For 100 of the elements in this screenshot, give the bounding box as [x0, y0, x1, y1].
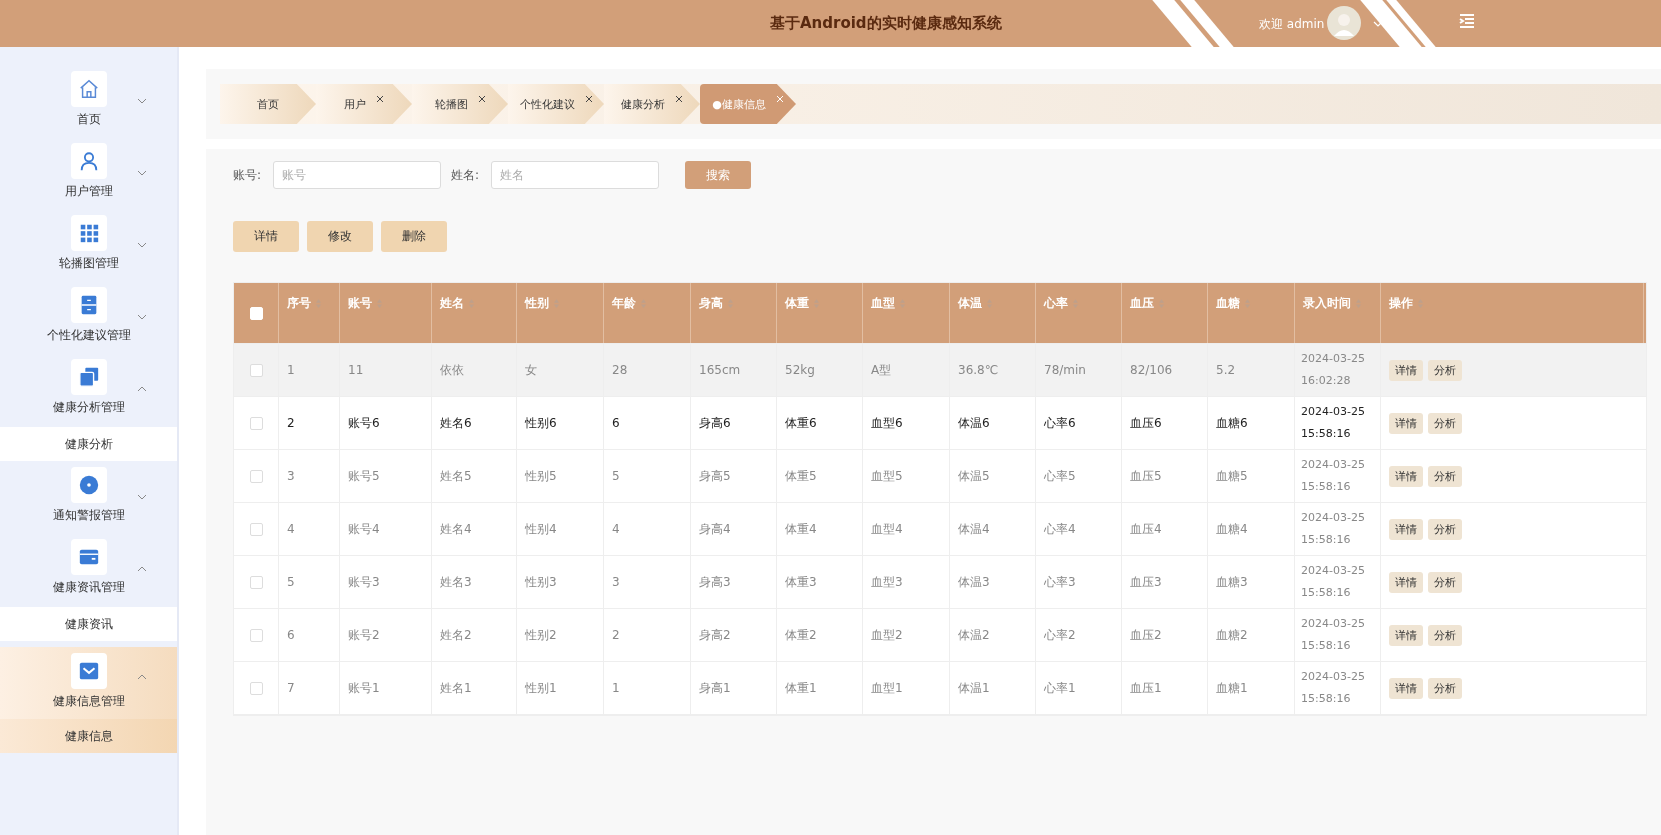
- row-button[interactable]: 分析: [1428, 677, 1462, 699]
- sidebar-item[interactable]: 通知警报管理: [0, 467, 177, 539]
- table-cell-text: 血型5: [871, 468, 903, 485]
- checkbox[interactable]: [249, 628, 263, 642]
- chevron-icon: [137, 494, 147, 500]
- field-label: 姓名:: [451, 166, 480, 184]
- table-cell-text: 82/106: [1130, 362, 1173, 379]
- row-button[interactable]: 分析: [1428, 359, 1462, 381]
- table-cell-text: 身高1: [699, 680, 731, 697]
- table-cell-text: 52kg: [785, 362, 815, 379]
- row-button[interactable]: 详情: [1389, 412, 1423, 434]
- close-icon[interactable]: [675, 95, 683, 103]
- row-button[interactable]: 详情: [1389, 465, 1423, 487]
- table-cell-text: 身高2: [699, 627, 731, 644]
- table-cell-text: 姓名2: [440, 627, 472, 644]
- checkbox[interactable]: [249, 469, 263, 483]
- table-cell-text: 2024-03-25 16:02:28: [1301, 351, 1366, 389]
- submenu-item[interactable]: 健康信息: [0, 719, 177, 753]
- table-cell-text: 血糖5: [1216, 468, 1248, 485]
- close-icon[interactable]: [584, 95, 593, 103]
- table-cell-text: 1: [287, 362, 295, 379]
- checkbox[interactable]: [249, 522, 263, 536]
- table-cell-text: 体温2: [958, 627, 990, 644]
- action-button[interactable]: 删除: [381, 221, 447, 252]
- caret-icon[interactable]: [1373, 21, 1383, 27]
- input-field[interactable]: 姓名: [491, 161, 660, 189]
- sidebar-item[interactable]: 首页: [0, 71, 177, 143]
- table-cell-text: 血糖4: [1216, 521, 1248, 538]
- checkbox[interactable]: [249, 575, 263, 589]
- table-cell-text: 2024-03-25 15:58:16: [1301, 669, 1366, 707]
- table-cell-text: 性别3: [525, 574, 557, 591]
- row-button[interactable]: 分析: [1428, 624, 1462, 646]
- table-cell-text: 身高4: [699, 521, 731, 538]
- table-cell-text: 性别1: [525, 680, 557, 697]
- table-cell-text: 心率1: [1044, 680, 1076, 697]
- sidebar-item[interactable]: 个性化建议管理: [0, 287, 177, 359]
- table-cell-text: 5: [287, 574, 295, 591]
- tab[interactable]: 个性化建议: [508, 84, 604, 124]
- sidebar-item[interactable]: 用户管理: [0, 143, 177, 215]
- submenu-item[interactable]: 健康资讯: [0, 607, 177, 641]
- table-cell-text: 血压4: [1130, 521, 1162, 538]
- app-title: 基于Android的实时健康感知系统: [770, 14, 1002, 33]
- action-button[interactable]: 修改: [307, 221, 373, 252]
- input-field[interactable]: 账号: [273, 161, 442, 189]
- table-cell-text: 依依: [440, 362, 464, 379]
- table-cell-text: 血糖1: [1216, 680, 1248, 697]
- row-button[interactable]: 详情: [1389, 359, 1423, 381]
- table-cell-text: 性别2: [525, 627, 557, 644]
- table-cell-text: 女: [525, 362, 537, 379]
- row-button[interactable]: 分析: [1428, 571, 1462, 593]
- table-cell-text: 体重1: [785, 680, 817, 697]
- table-cell-text: 心率5: [1044, 468, 1076, 485]
- table-cell-text: 体温1: [958, 680, 990, 697]
- table-cell-text: 身高6: [699, 415, 731, 432]
- table-cell-text: 心率4: [1044, 521, 1076, 538]
- checkbox[interactable]: [249, 416, 263, 430]
- table-cell-text: 血糖2: [1216, 627, 1248, 644]
- row-button[interactable]: 详情: [1389, 518, 1423, 540]
- table-cell-text: 2: [287, 415, 295, 432]
- table-cell-text: 2024-03-25 15:58:16: [1301, 510, 1366, 548]
- checkbox[interactable]: [249, 681, 263, 695]
- table-cell-text: 心率6: [1044, 415, 1076, 432]
- row-button[interactable]: 分析: [1428, 465, 1462, 487]
- table-cell-text: 姓名5: [440, 468, 472, 485]
- close-icon[interactable]: [376, 95, 384, 103]
- row-button[interactable]: 详情: [1389, 677, 1423, 699]
- table-cell-text: 心率2: [1044, 627, 1076, 644]
- menu-icon[interactable]: [1459, 14, 1475, 28]
- table-cell-text: 36.8℃: [958, 362, 999, 379]
- checkbox[interactable]: [249, 363, 263, 377]
- sidebar-item[interactable]: 轮播图管理: [0, 215, 177, 287]
- chevron-icon: [137, 170, 147, 176]
- table-cell-text: 血型1: [871, 680, 903, 697]
- submenu-item[interactable]: 健康分析: [0, 427, 177, 461]
- table-cell-text: 心率3: [1044, 574, 1076, 591]
- dot-circle-icon: [77, 474, 100, 496]
- table-cell-text: 血压6: [1130, 415, 1162, 432]
- close-icon[interactable]: [477, 95, 486, 103]
- table-cell-text: 3: [287, 468, 295, 485]
- sidebar-item[interactable]: 健康信息管理: [0, 647, 177, 719]
- tab[interactable]: 健康分析: [604, 84, 700, 124]
- table-cell-text: 2: [612, 627, 620, 644]
- row-button[interactable]: 详情: [1389, 624, 1423, 646]
- chevron-icon: [137, 566, 147, 572]
- welcome-text: 欢迎 admin: [1259, 16, 1325, 33]
- table-cell-text: 4: [287, 521, 295, 538]
- row-button[interactable]: 分析: [1428, 518, 1462, 540]
- field-label: 账号:: [233, 166, 262, 184]
- envelope-icon: [77, 660, 100, 682]
- row-button[interactable]: 分析: [1428, 412, 1462, 434]
- row-button[interactable]: 详情: [1389, 571, 1423, 593]
- avatar-icon[interactable]: [1327, 6, 1361, 40]
- table-cell-text: 姓名1: [440, 680, 472, 697]
- table-cell-text: 姓名6: [440, 415, 472, 432]
- table-cell-text: 账号4: [348, 521, 380, 538]
- table-cell-text: 姓名3: [440, 574, 472, 591]
- table-cell-text: 体重6: [785, 415, 817, 432]
- table-cell-text: 体重5: [785, 468, 817, 485]
- table-cell-text: 5: [612, 468, 620, 485]
- action-button[interactable]: 详情: [233, 221, 299, 252]
